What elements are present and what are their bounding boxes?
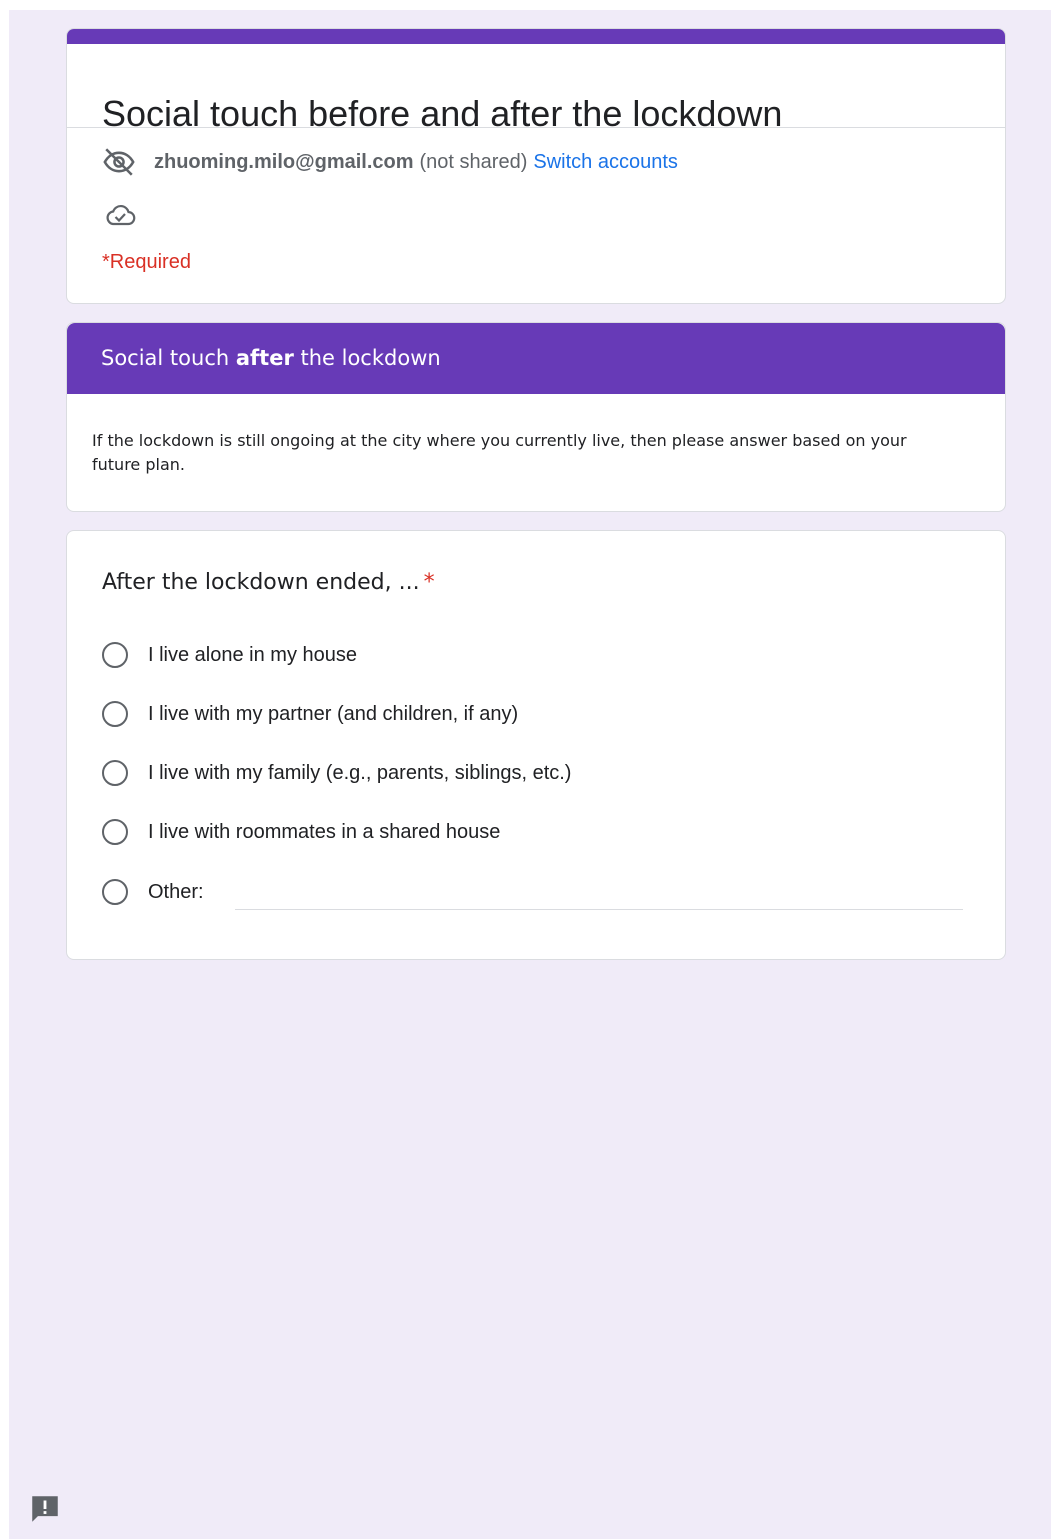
radio-button[interactable] xyxy=(102,642,128,668)
radio-button[interactable] xyxy=(102,819,128,845)
form-header-card: Social touch before and after the lockdo… xyxy=(66,28,1006,304)
radio-button[interactable] xyxy=(102,701,128,727)
question-title: After the lockdown ended, ... * xyxy=(102,570,435,595)
option-live-with-family[interactable]: I live with my family (e.g., parents, si… xyxy=(102,757,571,789)
radio-button[interactable] xyxy=(102,879,128,905)
option-other[interactable]: Other: xyxy=(102,876,204,908)
account-email: zhuoming.milo@gmail.com xyxy=(154,150,414,173)
cloud-check-icon xyxy=(106,205,136,226)
account-row: zhuoming.milo@gmail.com (not shared) Swi… xyxy=(102,145,678,179)
section-card: Social touch after the lockdown If the l… xyxy=(66,322,1006,512)
option-label: Other: xyxy=(148,880,204,903)
eye-off-icon xyxy=(103,148,135,176)
section-title-prefix: Social touch xyxy=(101,346,236,370)
header-divider xyxy=(67,127,1005,128)
feedback-icon[interactable] xyxy=(28,1492,62,1526)
form-title: Social touch before and after the lockdo… xyxy=(102,93,783,134)
question-card: After the lockdown ended, ... * I live al… xyxy=(66,530,1006,960)
radio-button[interactable] xyxy=(102,760,128,786)
switch-accounts-link[interactable]: Switch accounts xyxy=(533,151,678,174)
option-label: I live with roommates in a shared house xyxy=(148,820,501,843)
option-live-with-partner[interactable]: I live with my partner (and children, if… xyxy=(102,698,518,730)
required-note: *Required xyxy=(102,251,191,273)
section-title: Social touch after the lockdown xyxy=(67,323,1005,394)
other-text-input[interactable] xyxy=(235,877,963,910)
option-live-alone[interactable]: I live alone in my house xyxy=(102,639,357,671)
option-live-with-roommates[interactable]: I live with roommates in a shared house xyxy=(102,816,500,848)
required-asterisk: * xyxy=(423,570,435,595)
option-label: I live alone in my house xyxy=(148,643,358,666)
option-label: I live with my family (e.g., parents, si… xyxy=(148,761,572,784)
section-title-bold: after xyxy=(235,346,294,370)
question-title-text: After the lockdown ended, ... xyxy=(102,570,420,595)
not-shared-label: (not shared) xyxy=(419,150,528,173)
option-label: I live with my partner (and children, if… xyxy=(148,702,519,725)
accent-bar xyxy=(67,29,1005,44)
section-description: If the lockdown is still ongoing at the … xyxy=(92,431,907,474)
section-title-suffix: the lockdown xyxy=(293,346,441,370)
